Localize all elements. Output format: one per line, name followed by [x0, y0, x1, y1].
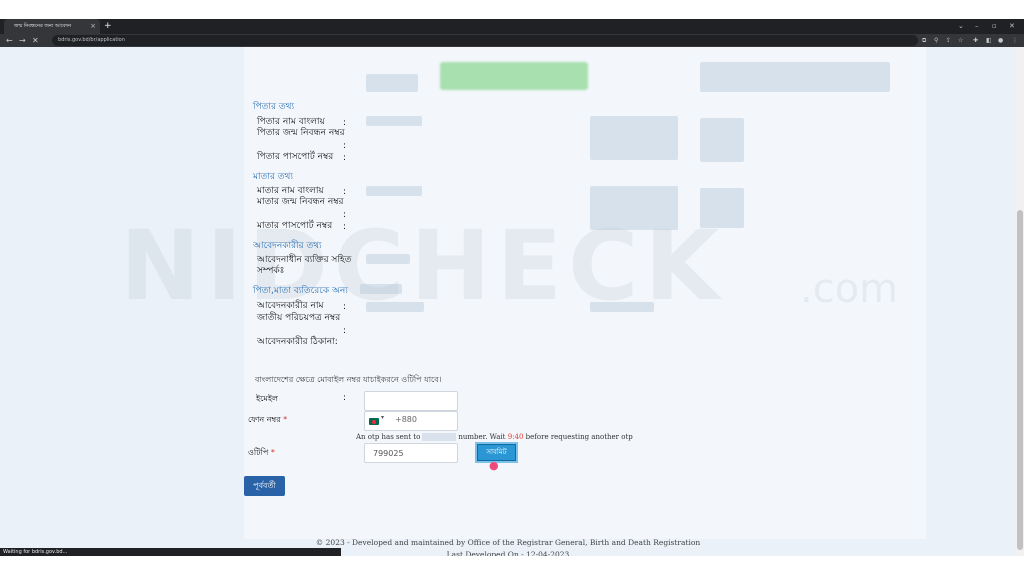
relation-label: আবেদনাধীন ব্যক্তির সহিত সম্পর্কঃ [257, 255, 352, 276]
scrollbar-thumb[interactable] [1017, 210, 1023, 550]
phone-label-text: ফোন নম্বর [248, 415, 281, 424]
browser-tabstrip: জন্ম নিবন্ধনের জন্য আবেদন × + ⌄ – ▫ ✕ [0, 19, 1024, 34]
watermark: NIDCHECK [120, 210, 725, 322]
translate-icon[interactable]: ⧉ [922, 34, 926, 47]
section-applicant: আবেদনকারীর তথ্য [253, 241, 322, 251]
colon: : [343, 118, 347, 128]
required-mark: * [283, 415, 288, 424]
forward-icon[interactable]: → [19, 34, 26, 47]
sidepanel-icon[interactable]: ◧ [986, 34, 992, 47]
star-icon[interactable]: ☆ [958, 34, 963, 47]
address-bar[interactable]: bdris.gov.bd/br/application [52, 35, 918, 46]
mother-passport-label: মাতার পাসপোর্ট নম্বর [257, 221, 333, 231]
tab-close-icon[interactable]: × [90, 19, 96, 34]
applicant-name-label: আবেদনকারীর নাম [257, 301, 324, 311]
zoom-icon[interactable]: ⚲ [934, 34, 938, 47]
blurred-block [590, 116, 678, 160]
colon: : [343, 187, 347, 197]
blurred-block [366, 74, 418, 92]
stop-loading-icon[interactable]: ✕ [32, 34, 39, 47]
otp-value: 799025 [373, 449, 404, 458]
phone-label: ফোন নম্বর * [248, 414, 287, 427]
otp-status-message: An otp has sent to number. Wait 9:40 befo… [356, 433, 633, 441]
otp-timer: 9:40 [507, 433, 524, 441]
chevron-down-icon[interactable]: ▾ [381, 414, 384, 421]
applicant-nid-label: জাতীয় পরিচয়পত্র নম্বর [257, 313, 341, 323]
email-label: ইমেইল [256, 394, 278, 403]
section-father: পিতার তথ্য [253, 102, 295, 112]
chevron-down-icon[interactable]: ⌄ [958, 19, 964, 34]
otp-input[interactable]: 799025 [364, 443, 458, 463]
father-brn-label: পিতার জন্ম নিবন্ধন নম্বর [257, 128, 345, 138]
blurred-highlight [440, 62, 588, 90]
maximize-icon[interactable]: ▫ [992, 19, 997, 34]
browser-tab[interactable]: জন্ম নিবন্ধনের জন্য আবেদন × [4, 19, 100, 34]
mouse-cursor-icon: ● [489, 459, 499, 472]
blurred-block [366, 116, 422, 126]
colon: : [343, 210, 347, 220]
blurred-block [700, 62, 890, 92]
back-icon[interactable]: ← [6, 34, 13, 47]
colon: : [343, 141, 347, 151]
close-window-icon[interactable]: ✕ [1009, 19, 1015, 34]
url-text: bdris.gov.bd/br/application [58, 37, 125, 43]
father-name-label: পিতার নাম বাংলায় [257, 117, 325, 127]
required-mark: * [270, 448, 275, 457]
new-tab-icon[interactable]: + [104, 19, 112, 34]
email-input[interactable] [364, 391, 458, 411]
colon: : [343, 326, 347, 336]
otp-msg-before: An otp has sent to [356, 433, 421, 441]
menu-dots-icon[interactable]: ⋮ [1012, 34, 1018, 47]
colon: : [343, 222, 347, 232]
otp-label-text: ওটিপি [248, 448, 269, 457]
extensions-icon[interactable]: ✚ [973, 34, 978, 47]
otp-label: ওটিপি * [248, 447, 275, 460]
mother-name-label: মাতার নাম বাংলায় [257, 186, 324, 196]
otp-msg-after: number. Wait [458, 433, 506, 441]
colon: : [343, 393, 347, 403]
minimize-icon[interactable]: – [975, 19, 979, 34]
mother-brn-label: মাতার জন্ম নিবন্ধন নম্বর [257, 197, 344, 207]
blurred-block [700, 118, 744, 162]
otp-note: বাংলাদেশের ক্ষেত্রে মোবাইল নম্বর যাচাইকর… [255, 375, 442, 384]
previous-button[interactable]: পূর্ববর্তী [244, 476, 285, 496]
father-passport-label: পিতার পাসপোর্ট নম্বর [257, 152, 334, 162]
watermark-suffix: .com [800, 266, 899, 312]
browser-toolbar: ← → ✕ bdris.gov.bd/br/application ⧉ ⚲ ⇪ … [0, 34, 1024, 47]
profile-avatar-icon[interactable]: ● [998, 34, 1003, 47]
section-mother: মাতার তথ্য [253, 172, 293, 182]
blurred-block [366, 186, 422, 196]
applicant-address-label: আবেদনকারীর ঠিকানা: [257, 337, 338, 347]
otp-msg-end: before requesting another otp [525, 433, 633, 441]
section-other: পিতা,মাতা ব্যতিরেকে অন্য [253, 286, 348, 296]
tab-title: জন্ম নিবন্ধনের জন্য আবেদন [14, 23, 72, 29]
bangladesh-flag-icon[interactable] [369, 418, 379, 425]
share-icon[interactable]: ⇪ [946, 34, 951, 47]
dial-code: +880 [395, 415, 417, 424]
phone-input[interactable]: ▾ +880 [364, 411, 458, 431]
masked-number [422, 433, 457, 441]
footer-copyright: © 2023 - Developed and maintained by Off… [315, 538, 701, 547]
colon: : [343, 153, 347, 163]
colon: : [343, 302, 347, 312]
browser-status-bar: Waiting for bdris.gov.bd... [0, 548, 341, 556]
